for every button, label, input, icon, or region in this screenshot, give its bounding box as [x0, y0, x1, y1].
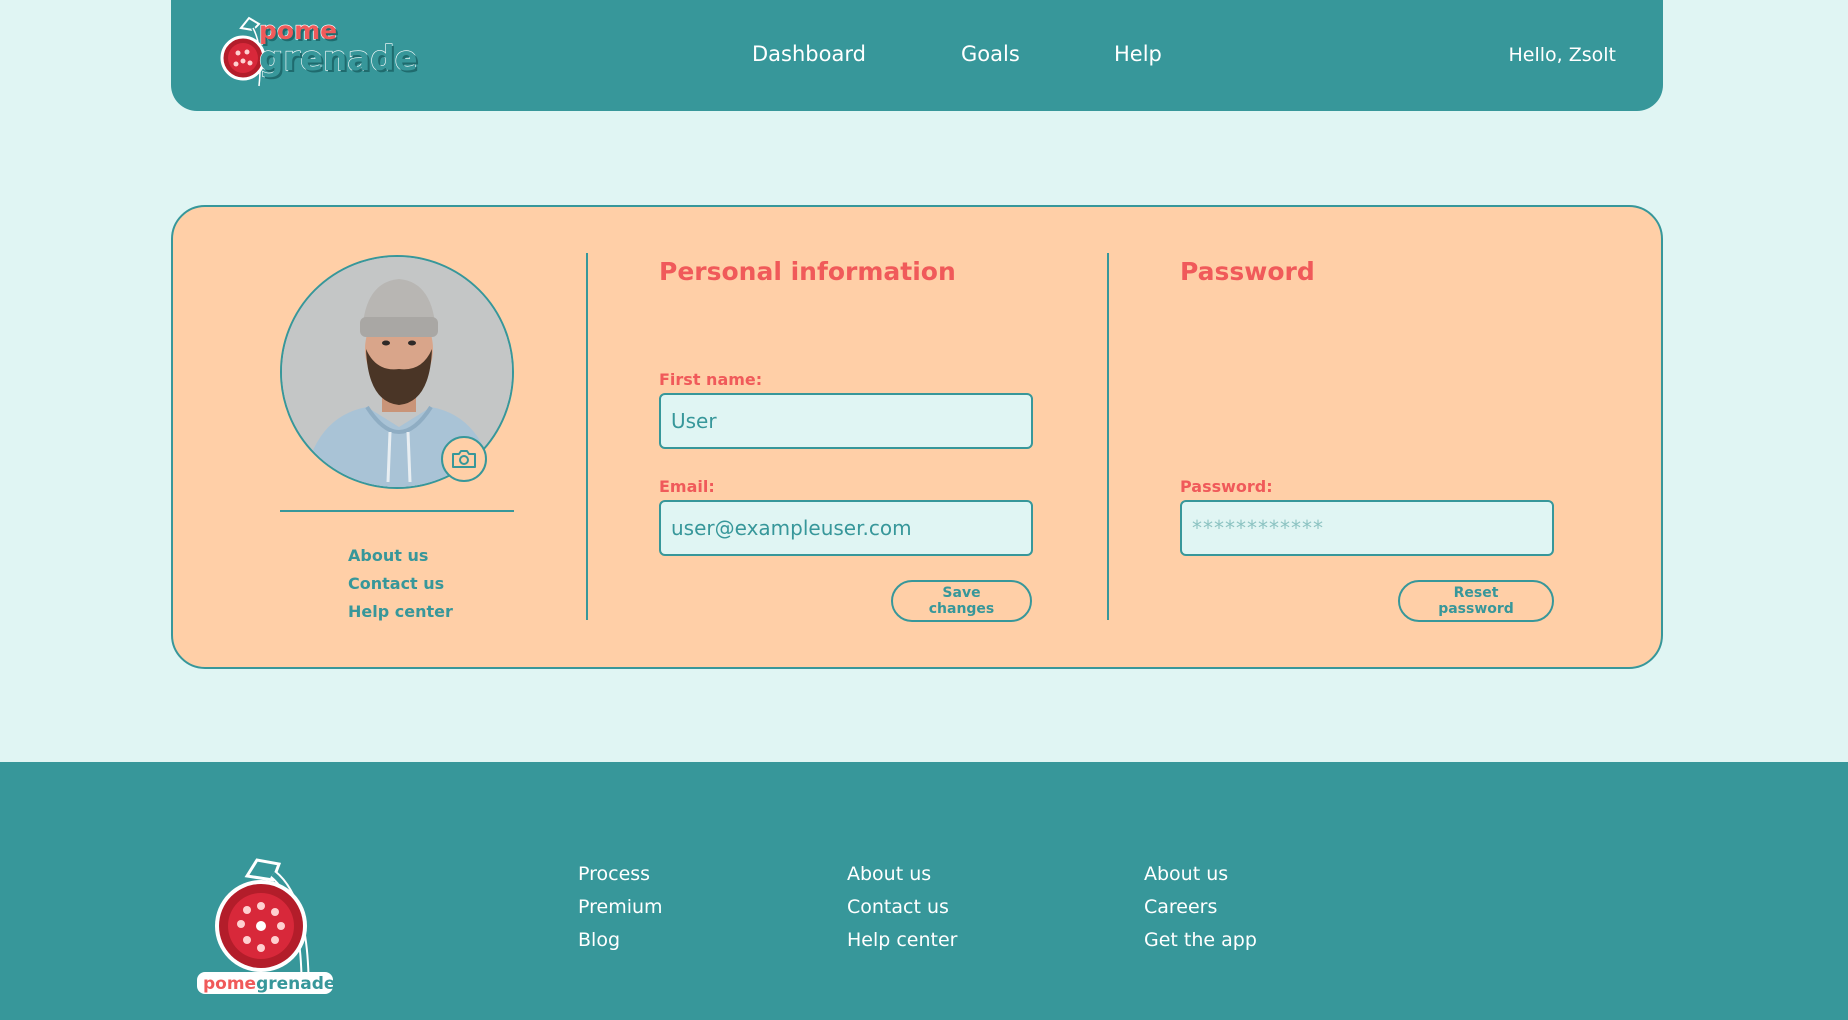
side-link-help-center[interactable]: Help center [348, 598, 453, 626]
pomegranate-grenade-icon: pomegrenade [197, 858, 335, 994]
footer-link-process[interactable]: Process [578, 858, 663, 891]
footer-column-2: About us Contact us Help center [847, 858, 957, 957]
password-label: Password: [1180, 477, 1273, 496]
footer-link-blog[interactable]: Blog [578, 924, 663, 957]
profile-side-links: About us Contact us Help center [348, 542, 453, 626]
email-field[interactable] [659, 500, 1033, 556]
first-name-label: First name: [659, 370, 763, 389]
change-photo-button[interactable] [441, 436, 487, 482]
footer-link-help-center[interactable]: Help center [847, 924, 957, 957]
logo-text-grenade: grenade [258, 39, 418, 79]
footer-link-premium[interactable]: Premium [578, 891, 663, 924]
avatar-divider [280, 510, 514, 512]
brand-logo[interactable]: pome grenade [219, 16, 418, 96]
password-title: Password [1180, 257, 1315, 286]
footer-column-1: Process Premium Blog [578, 858, 663, 957]
reset-password-button[interactable]: Reset password [1398, 580, 1554, 622]
side-link-contact-us[interactable]: Contact us [348, 570, 453, 598]
footer-logo[interactable]: pomegrenade [195, 858, 335, 996]
nav-goals[interactable]: Goals [961, 42, 1020, 66]
side-link-about-us[interactable]: About us [348, 542, 453, 570]
footer-link-about-us[interactable]: About us [1144, 858, 1257, 891]
footer-link-contact-us[interactable]: Contact us [847, 891, 957, 924]
svg-text:pomegrenade: pomegrenade [203, 974, 335, 994]
top-header: pome grenade Dashboard Goals Help Hello,… [171, 0, 1663, 111]
nav-help[interactable]: Help [1114, 42, 1162, 66]
footer-link-get-the-app[interactable]: Get the app [1144, 924, 1257, 957]
profile-card: About us Contact us Help center Personal… [171, 205, 1663, 669]
camera-icon [452, 450, 476, 468]
first-name-field[interactable] [659, 393, 1033, 449]
column-divider [1107, 253, 1109, 620]
email-label: Email: [659, 477, 715, 496]
footer: pomegrenade Process Premium Blog About u… [0, 762, 1848, 1020]
user-greeting[interactable]: Hello, Zsolt [1508, 44, 1616, 66]
personal-info-title: Personal information [659, 257, 956, 286]
nav-dashboard[interactable]: Dashboard [752, 42, 866, 66]
save-changes-button[interactable]: Save changes [891, 580, 1032, 622]
footer-link-about-us[interactable]: About us [847, 858, 957, 891]
password-field[interactable] [1180, 500, 1554, 556]
footer-column-3: About us Careers Get the app [1144, 858, 1257, 957]
footer-link-careers[interactable]: Careers [1144, 891, 1257, 924]
column-divider [586, 253, 588, 620]
